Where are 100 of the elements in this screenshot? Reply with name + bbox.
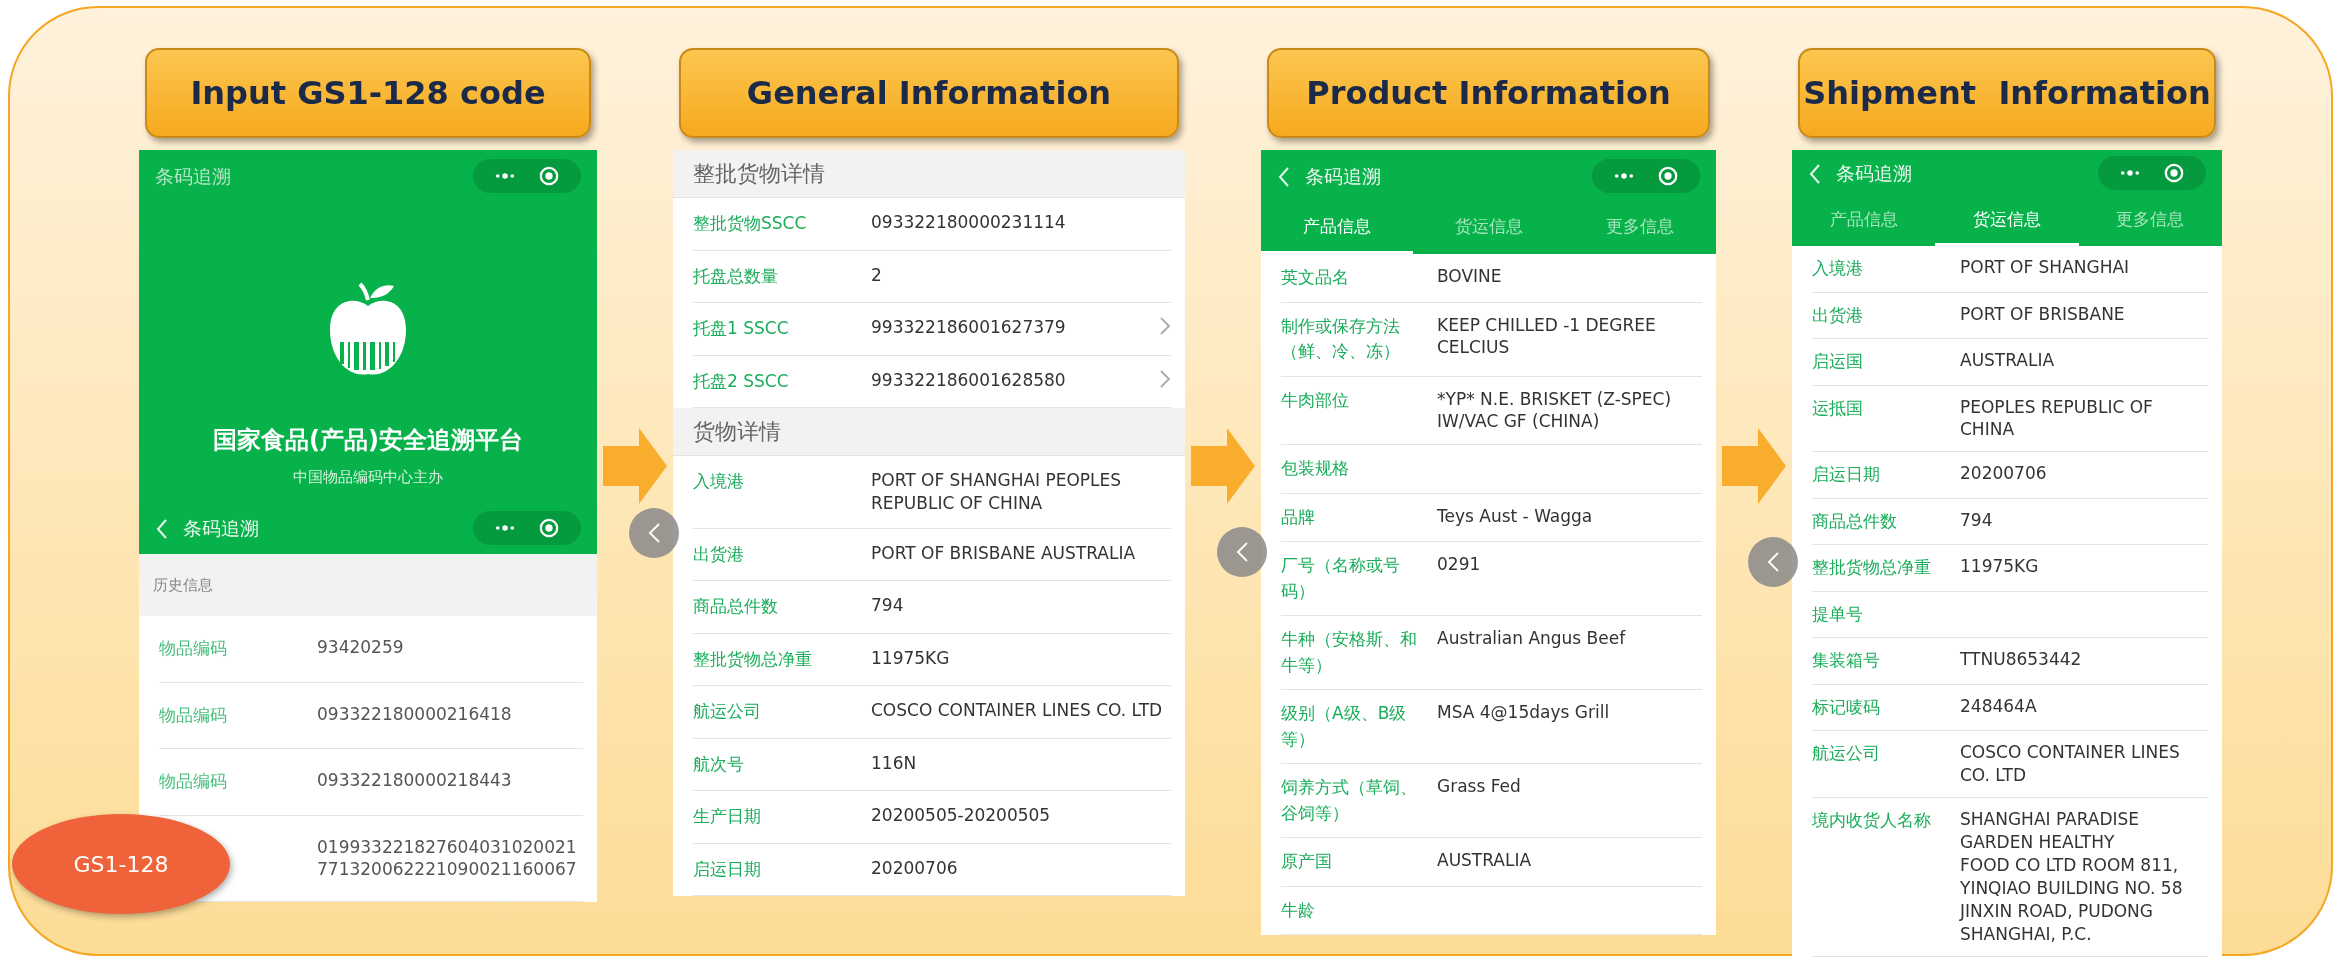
field-label: 制作或保存方法（鲜、冷、冻） <box>1281 314 1401 363</box>
field-value: 993322186001628580 <box>871 368 1067 392</box>
field-value: 2 <box>871 263 883 287</box>
field-label: 出货港 <box>1812 303 1864 327</box>
field-value: BOVINE <box>1437 265 1503 288</box>
right-arrow-icon <box>1722 428 1786 504</box>
field-value: 794 <box>1960 508 1994 532</box>
target-icon <box>1658 165 1678 187</box>
nav-title: 条码追溯 <box>183 515 260 541</box>
field-value: Teys Aust - Wagga <box>1437 504 1594 528</box>
right-arrow-icon <box>1191 428 1255 504</box>
field-value: COSCO CONTAINER LINES CO. LTD <box>1960 741 2181 788</box>
field-value: 248464A <box>1960 694 2038 718</box>
chevron-left-icon <box>1277 165 1291 188</box>
field-value: 794 <box>871 594 905 618</box>
field-value: KEEP CHILLED -1 DEGREE CELCIUS <box>1437 313 1657 360</box>
chevron-left-icon <box>155 517 169 540</box>
field-label: 整批货物总净重 <box>693 647 813 671</box>
detail-row[interactable]: 启运日期 20200706 <box>693 856 1171 883</box>
dots-icon <box>1614 171 1634 181</box>
detail-row[interactable]: 出货港 PORT OF BRISBANE AUSTRALIA <box>693 541 1171 568</box>
field-value: TTNU8653442 <box>1960 648 2083 672</box>
nav-title: 条码追溯 <box>155 163 232 189</box>
field-value: 019933221827604031020021771320062221090021160067 <box>317 835 578 882</box>
field-label: 生产日期 <box>693 805 762 829</box>
section-header: 历史信息 <box>139 554 597 616</box>
dots-icon <box>495 523 515 533</box>
field-label: 牛种（安格斯、和牛等） <box>1281 628 1418 677</box>
step-heading: Product Information <box>1267 48 1710 138</box>
field-label: 托盘总数量 <box>693 264 779 288</box>
field-label: 运抵国 <box>1812 396 1864 420</box>
field-value: PORT OF SHANGHAI <box>1960 256 2131 279</box>
field-value: 116N <box>871 751 918 775</box>
target-icon <box>2164 162 2184 184</box>
field-label: 物品编码 <box>159 637 228 660</box>
platform-title: 国家食品(产品)安全追溯平台 <box>213 424 523 456</box>
step-heading: General Information <box>679 48 1179 138</box>
detail-row[interactable]: 托盘2 SSCC 993322186001628580 <box>693 368 1171 394</box>
field-label: 商品总件数 <box>1812 509 1898 533</box>
field-label: 英文品名 <box>1281 266 1350 289</box>
detail-row[interactable]: 托盘总数量 2 <box>693 263 1171 289</box>
field-label: 启运日期 <box>693 857 762 881</box>
field-value: PEOPLES REPUBLIC OF CHINA <box>1960 395 2154 442</box>
field-value: 20200505-20200505 <box>871 804 1052 828</box>
field-value: PORT OF BRISBANE <box>1960 302 2126 326</box>
field-value: SHANGHAI PARADISE GARDEN HEALTHY FOOD CO LTD ROOM 811, YINQIAO BUILDING NO. 58 JINXIN ROAD, PUDONG SHANGHAI, P.C. <box>1960 808 2184 946</box>
chevron-right-icon <box>1159 368 1171 389</box>
field-value: Grass Fed <box>1437 775 1522 799</box>
detail-row[interactable]: 入境港 PORT OF SHANGHAI PEOPLES REPUBLIC OF CHINA <box>693 469 1171 515</box>
nav-title: 条码追溯 <box>1305 163 1382 189</box>
section-header: 货物详情 <box>673 408 1185 456</box>
nav-title: 条码追溯 <box>1836 160 1913 186</box>
field-label: 物品编码 <box>159 770 228 793</box>
field-value: COSCO CONTAINER LINES CO. LTD <box>871 699 1164 723</box>
field-label: 原产国 <box>1281 850 1333 874</box>
carousel-back-button[interactable] <box>629 508 679 559</box>
field-label: 商品总件数 <box>693 595 779 619</box>
detail-row[interactable]: 整批货物总净重 11975KG <box>693 646 1171 673</box>
field-value: 93420259 <box>317 636 405 659</box>
detail-row[interactable]: 整批货物SSCC 093322180000231114 <box>693 211 1171 237</box>
field-label: 级别（A级、B级等） <box>1281 702 1408 751</box>
step-heading: Input GS1-128 code <box>145 48 591 138</box>
detail-row[interactable]: 商品总件数 794 <box>693 594 1171 620</box>
field-value: PORT OF SHANGHAI PEOPLES REPUBLIC OF CHINA <box>871 469 1123 515</box>
detail-row[interactable]: 生产日期 20200505-20200505 <box>693 804 1171 830</box>
field-label: 航运公司 <box>1812 742 1881 766</box>
field-label: 整批货物SSCC <box>693 212 808 235</box>
target-icon <box>539 165 559 187</box>
field-label: 航运公司 <box>693 700 762 724</box>
field-label: 牛龄 <box>1281 898 1316 922</box>
chevron-left-icon <box>1808 162 1822 185</box>
field-label: 境内收货人名称 <box>1812 809 1932 833</box>
field-label: 标记唛码 <box>1812 695 1881 719</box>
field-label: 整批货物总净重 <box>1812 556 1932 580</box>
field-value: Australian Angus Beef <box>1437 627 1627 651</box>
detail-row[interactable]: 航次号 116N <box>693 751 1171 778</box>
field-label: 包装规格 <box>1281 457 1350 481</box>
carousel-back-button[interactable] <box>1217 526 1267 577</box>
field-label: 物品编码 <box>159 703 228 727</box>
detail-row[interactable]: 航运公司 COSCO CONTAINER LINES CO. LTD <box>693 699 1171 725</box>
field-value: 093322180000231114 <box>871 211 1067 234</box>
chevron-right-icon <box>1159 316 1171 336</box>
field-label: 托盘2 SSCC <box>693 369 790 393</box>
field-value: MSA 4@15days Grill <box>1437 701 1611 725</box>
field-label: 启运日期 <box>1812 463 1881 487</box>
dots-icon <box>2120 168 2140 178</box>
field-value: 11975KG <box>1960 555 2040 579</box>
step-heading: Shipment Information <box>1798 48 2216 138</box>
field-label: 厂号（名称或号码） <box>1281 554 1401 603</box>
field-value: *YP* N.E. BRISKET (Z-SPEC) IW/VAC GF (CHINA) <box>1437 387 1673 434</box>
right-arrow-icon <box>603 428 667 504</box>
carousel-back-button[interactable] <box>1748 537 1798 588</box>
field-label: 启运国 <box>1812 350 1864 373</box>
field-label: 提单号 <box>1812 602 1864 626</box>
dots-icon <box>495 171 515 181</box>
target-icon <box>539 517 559 539</box>
field-label: 入境港 <box>693 470 745 493</box>
field-value: 093322180000216418 <box>317 702 513 726</box>
detail-row[interactable]: 托盘1 SSCC 993322186001627379 <box>693 316 1171 342</box>
field-value: 993322186001627379 <box>871 316 1067 339</box>
